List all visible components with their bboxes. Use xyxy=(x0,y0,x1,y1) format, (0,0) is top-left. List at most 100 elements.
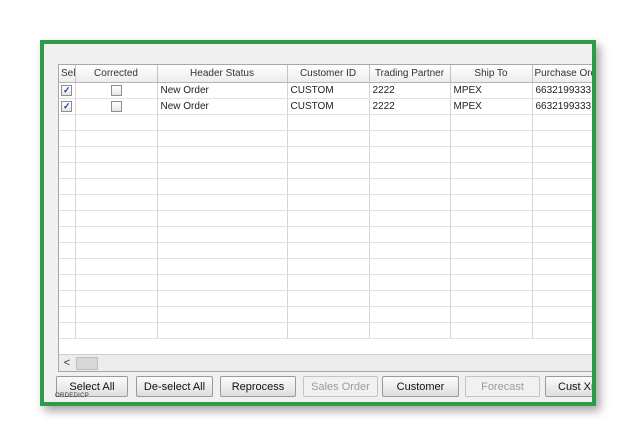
customer-id-cell: CUSTOM xyxy=(287,82,370,99)
customer-button[interactable]: Customer xyxy=(382,376,459,397)
empty-cell xyxy=(532,130,592,147)
empty-cell xyxy=(59,130,76,147)
empty-cell xyxy=(59,306,76,323)
forecast-button[interactable]: Forecast xyxy=(465,376,540,397)
empty-cell xyxy=(450,274,533,291)
corrected-checkbox[interactable] xyxy=(110,84,122,96)
column-header-select[interactable]: Sele xyxy=(59,65,76,83)
empty-row xyxy=(59,290,592,307)
empty-cell xyxy=(369,274,451,291)
select-checkbox[interactable]: ✓ xyxy=(61,84,73,96)
column-header-header-status[interactable]: Header Status xyxy=(157,65,288,83)
empty-cell xyxy=(369,130,451,147)
table-row[interactable]: ✓ New Order CUSTOM 2222 MPEX 6632199333 xyxy=(59,98,592,115)
horizontal-scrollbar[interactable]: < xyxy=(59,354,592,371)
empty-cell xyxy=(369,290,451,307)
empty-cell xyxy=(157,194,288,211)
empty-cell xyxy=(75,146,158,163)
empty-row xyxy=(59,242,592,259)
empty-cell xyxy=(287,210,370,227)
empty-cell xyxy=(450,178,533,195)
empty-cell xyxy=(450,210,533,227)
empty-cell xyxy=(369,322,451,339)
empty-cell xyxy=(287,162,370,179)
empty-cell xyxy=(287,114,370,131)
corrected-cell[interactable] xyxy=(75,98,158,115)
empty-cell xyxy=(287,274,370,291)
empty-cell xyxy=(450,226,533,243)
empty-cell xyxy=(75,290,158,307)
empty-cell xyxy=(532,194,592,211)
empty-cell xyxy=(157,146,288,163)
orders-grid: Sele Corrected Header Status Customer ID… xyxy=(58,64,592,372)
empty-cell xyxy=(287,130,370,147)
header-status-cell: New Order xyxy=(157,82,288,99)
empty-cell xyxy=(157,290,288,307)
orders-table: Sele Corrected Header Status Customer ID… xyxy=(59,65,592,339)
empty-row xyxy=(59,162,592,179)
empty-row xyxy=(59,226,592,243)
empty-cell xyxy=(59,146,76,163)
column-header-corrected[interactable]: Corrected xyxy=(75,65,158,83)
empty-cell xyxy=(59,290,76,307)
ship-to-cell: MPEX xyxy=(450,82,533,99)
empty-cell xyxy=(532,178,592,195)
reprocess-button[interactable]: Reprocess xyxy=(220,376,296,397)
empty-cell xyxy=(75,178,158,195)
empty-cell xyxy=(532,242,592,259)
empty-cell xyxy=(157,322,288,339)
empty-cell xyxy=(287,322,370,339)
empty-cell xyxy=(532,162,592,179)
empty-row xyxy=(59,210,592,227)
grid-header-row: Sele Corrected Header Status Customer ID… xyxy=(59,65,592,83)
empty-row xyxy=(59,130,592,147)
empty-cell xyxy=(450,322,533,339)
select-checkbox[interactable]: ✓ xyxy=(61,100,73,112)
empty-cell xyxy=(157,178,288,195)
select-cell[interactable]: ✓ xyxy=(59,82,76,99)
empty-cell xyxy=(450,306,533,323)
empty-cell xyxy=(450,130,533,147)
empty-cell xyxy=(532,306,592,323)
scrollbar-thumb[interactable] xyxy=(76,357,98,370)
empty-cell xyxy=(157,258,288,275)
empty-cell xyxy=(287,306,370,323)
empty-cell xyxy=(75,306,158,323)
select-cell[interactable]: ✓ xyxy=(59,98,76,115)
empty-cell xyxy=(157,162,288,179)
empty-row xyxy=(59,146,592,163)
column-header-trading-partner[interactable]: Trading Partner xyxy=(369,65,451,83)
corrected-cell[interactable] xyxy=(75,82,158,99)
column-header-purchase-order[interactable]: Purchase Order xyxy=(532,65,592,83)
empty-cell xyxy=(369,194,451,211)
empty-cell xyxy=(369,210,451,227)
empty-cell xyxy=(157,242,288,259)
empty-row xyxy=(59,274,592,291)
customer-id-cell: CUSTOM xyxy=(287,98,370,115)
empty-cell xyxy=(75,226,158,243)
sales-order-button[interactable]: Sales Order xyxy=(303,376,378,397)
empty-cell xyxy=(369,178,451,195)
corrected-checkbox[interactable] xyxy=(110,100,122,112)
empty-cell xyxy=(75,114,158,131)
scroll-left-arrow-icon[interactable]: < xyxy=(61,356,73,370)
empty-cell xyxy=(75,322,158,339)
empty-cell xyxy=(287,290,370,307)
empty-cell xyxy=(450,290,533,307)
empty-row xyxy=(59,258,592,275)
table-row[interactable]: ✓ New Order CUSTOM 2222 MPEX 6632199333 xyxy=(59,82,592,99)
cust-xref-button[interactable]: Cust Xref xyxy=(545,376,592,397)
empty-cell xyxy=(532,258,592,275)
empty-cell xyxy=(75,162,158,179)
empty-cell xyxy=(532,114,592,131)
empty-cell xyxy=(157,210,288,227)
empty-cell xyxy=(287,242,370,259)
column-header-customer-id[interactable]: Customer ID xyxy=(287,65,370,83)
empty-cell xyxy=(59,322,76,339)
column-header-ship-to[interactable]: Ship To xyxy=(450,65,533,83)
empty-cell xyxy=(287,178,370,195)
empty-cell xyxy=(450,258,533,275)
empty-row xyxy=(59,114,592,131)
deselect-all-button[interactable]: De-select All xyxy=(136,376,213,397)
empty-cell xyxy=(369,306,451,323)
